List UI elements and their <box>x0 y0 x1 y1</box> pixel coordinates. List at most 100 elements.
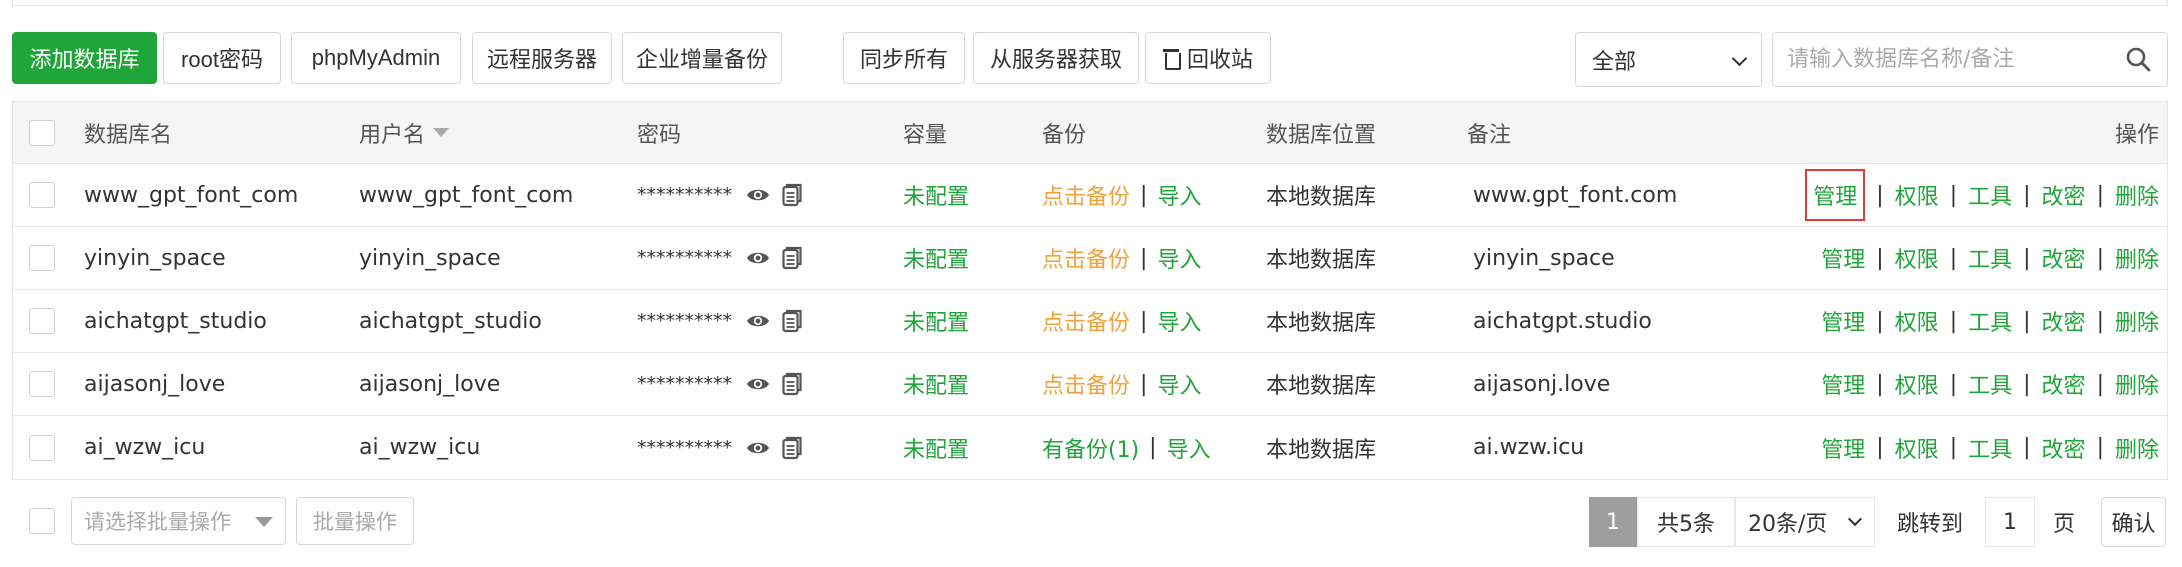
copy-icon[interactable] <box>782 246 802 270</box>
database-location: 本地数据库 <box>1266 248 1377 273</box>
database-note[interactable]: ai.wzw.icu <box>1473 416 1584 479</box>
change-password-link[interactable]: 改密 <box>2042 242 2086 274</box>
eye-icon[interactable] <box>746 185 770 205</box>
root-password-button[interactable]: root密码 <box>163 32 281 84</box>
header-password: 密码 <box>637 122 682 148</box>
database-name: www_gpt_font_com <box>84 182 299 208</box>
separator: | <box>1876 245 1884 271</box>
tools-link[interactable]: 工具 <box>1968 305 2012 337</box>
delete-link[interactable]: 删除 <box>2115 432 2159 464</box>
table-row: aijasonj_love aijasonj_love ********** 未配置 点… <box>13 353 2167 416</box>
remote-server-button[interactable]: 远程服务器 <box>472 32 612 84</box>
import-link[interactable]: 导入 <box>1167 432 1211 464</box>
backup-link[interactable]: 有备份(1) <box>1042 432 1139 464</box>
copy-icon[interactable] <box>782 309 802 333</box>
database-note[interactable]: aijasonj.love <box>1473 353 1610 415</box>
filter-selected-value: 全部 <box>1592 49 1637 75</box>
database-user: aichatgpt_studio <box>359 308 542 334</box>
page-unit-label: 页 <box>2052 512 2075 537</box>
manage-link[interactable]: 管理 <box>1821 368 1865 400</box>
change-password-link[interactable]: 改密 <box>2042 432 2086 464</box>
change-password-link[interactable]: 改密 <box>2042 368 2086 400</box>
recycle-bin-button[interactable]: 回收站 <box>1145 32 1271 84</box>
select-all-checkbox[interactable] <box>29 119 55 146</box>
change-password-link[interactable]: 改密 <box>2042 305 2086 337</box>
database-note[interactable]: aichatgpt.studio <box>1473 290 1652 352</box>
database-name: ai_wzw_icu <box>84 435 206 460</box>
eye-icon[interactable] <box>746 311 770 331</box>
row-checkbox[interactable] <box>29 308 55 334</box>
import-link[interactable]: 导入 <box>1157 305 1201 337</box>
manage-link[interactable]: 管理 <box>1821 432 1865 464</box>
capacity-link[interactable]: 未配置 <box>903 227 969 289</box>
header-note: 备注 <box>1467 122 1512 148</box>
sync-all-button[interactable]: 同步所有 <box>843 32 965 84</box>
manage-link[interactable]: 管理 <box>1805 169 1866 221</box>
permission-link[interactable]: 权限 <box>1895 305 1939 337</box>
pagination-current-page[interactable]: 1 <box>1589 497 1637 547</box>
row-actions: 管理 | 权限 | 工具 | 改密 | 删除 <box>1821 353 2167 415</box>
search-icon[interactable] <box>2125 46 2151 72</box>
add-database-button[interactable]: 添加数据库 <box>12 32 157 84</box>
separator: | <box>1876 371 1884 397</box>
table-body: www_gpt_font_com www_gpt_font_com ********… <box>13 164 2167 479</box>
backup-link[interactable]: 点击备份 <box>1042 368 1130 400</box>
backup-link[interactable]: 点击备份 <box>1042 242 1130 274</box>
tools-link[interactable]: 工具 <box>1968 179 2012 211</box>
change-password-link[interactable]: 改密 <box>2042 179 2086 211</box>
permission-link[interactable]: 权限 <box>1895 179 1939 211</box>
copy-icon[interactable] <box>782 436 802 460</box>
jump-page-input[interactable]: 1 <box>1985 497 2035 547</box>
eye-icon[interactable] <box>746 374 770 394</box>
password-cell: ********** <box>637 416 814 479</box>
masked-password: ********** <box>637 247 732 269</box>
manage-link[interactable]: 管理 <box>1821 305 1865 337</box>
fetch-from-server-button[interactable]: 从服务器获取 <box>973 32 1139 84</box>
delete-link[interactable]: 删除 <box>2115 368 2159 400</box>
import-link[interactable]: 导入 <box>1157 368 1201 400</box>
capacity-link[interactable]: 未配置 <box>903 416 969 479</box>
import-link[interactable]: 导入 <box>1157 242 1201 274</box>
row-checkbox[interactable] <box>29 182 55 208</box>
chevron-down-icon <box>1731 50 1748 67</box>
jump-confirm-button[interactable]: 确认 <box>2101 497 2166 547</box>
eye-icon[interactable] <box>746 438 770 458</box>
permission-link[interactable]: 权限 <box>1895 242 1939 274</box>
chevron-down-icon <box>1847 511 1863 527</box>
import-link[interactable]: 导入 <box>1157 179 1201 211</box>
copy-icon[interactable] <box>782 372 802 396</box>
backup-link[interactable]: 点击备份 <box>1042 305 1130 337</box>
permission-link[interactable]: 权限 <box>1895 368 1939 400</box>
separator: | <box>1140 182 1148 208</box>
capacity-link[interactable]: 未配置 <box>903 353 969 415</box>
eye-icon[interactable] <box>746 248 770 268</box>
copy-icon[interactable] <box>782 183 802 207</box>
delete-link[interactable]: 删除 <box>2115 179 2159 211</box>
enterprise-backup-button[interactable]: 企业增量备份 <box>622 32 782 84</box>
backup-link[interactable]: 点击备份 <box>1042 179 1130 211</box>
phpmyadmin-button[interactable]: phpMyAdmin <box>291 32 461 84</box>
row-checkbox[interactable] <box>29 245 55 271</box>
database-note[interactable]: yinyin_space <box>1473 227 1615 289</box>
capacity-link[interactable]: 未配置 <box>903 290 969 352</box>
batch-operation-select[interactable]: 请选择批量操作 <box>71 497 286 545</box>
tools-link[interactable]: 工具 <box>1968 432 2012 464</box>
sort-down-icon <box>433 128 450 137</box>
jump-to-label: 跳转到 <box>1896 512 1963 537</box>
header-user-sort[interactable]: 用户名 <box>359 102 450 163</box>
capacity-link[interactable]: 未配置 <box>903 164 969 226</box>
delete-link[interactable]: 删除 <box>2115 305 2159 337</box>
row-checkbox[interactable] <box>29 434 55 461</box>
tools-link[interactable]: 工具 <box>1968 242 2012 274</box>
search-input[interactable] <box>1773 33 2103 86</box>
database-filter-select[interactable]: 全部 <box>1575 32 1762 87</box>
batch-select-all-checkbox[interactable] <box>29 508 55 534</box>
row-checkbox[interactable] <box>29 371 55 397</box>
manage-link[interactable]: 管理 <box>1821 242 1865 274</box>
tools-link[interactable]: 工具 <box>1968 368 2012 400</box>
page-size-select[interactable]: 20条/页 <box>1735 497 1875 547</box>
batch-operation-button[interactable]: 批量操作 <box>296 497 414 545</box>
database-note[interactable]: www.gpt_font.com <box>1473 164 1677 226</box>
delete-link[interactable]: 删除 <box>2115 242 2159 274</box>
permission-link[interactable]: 权限 <box>1895 432 1939 464</box>
